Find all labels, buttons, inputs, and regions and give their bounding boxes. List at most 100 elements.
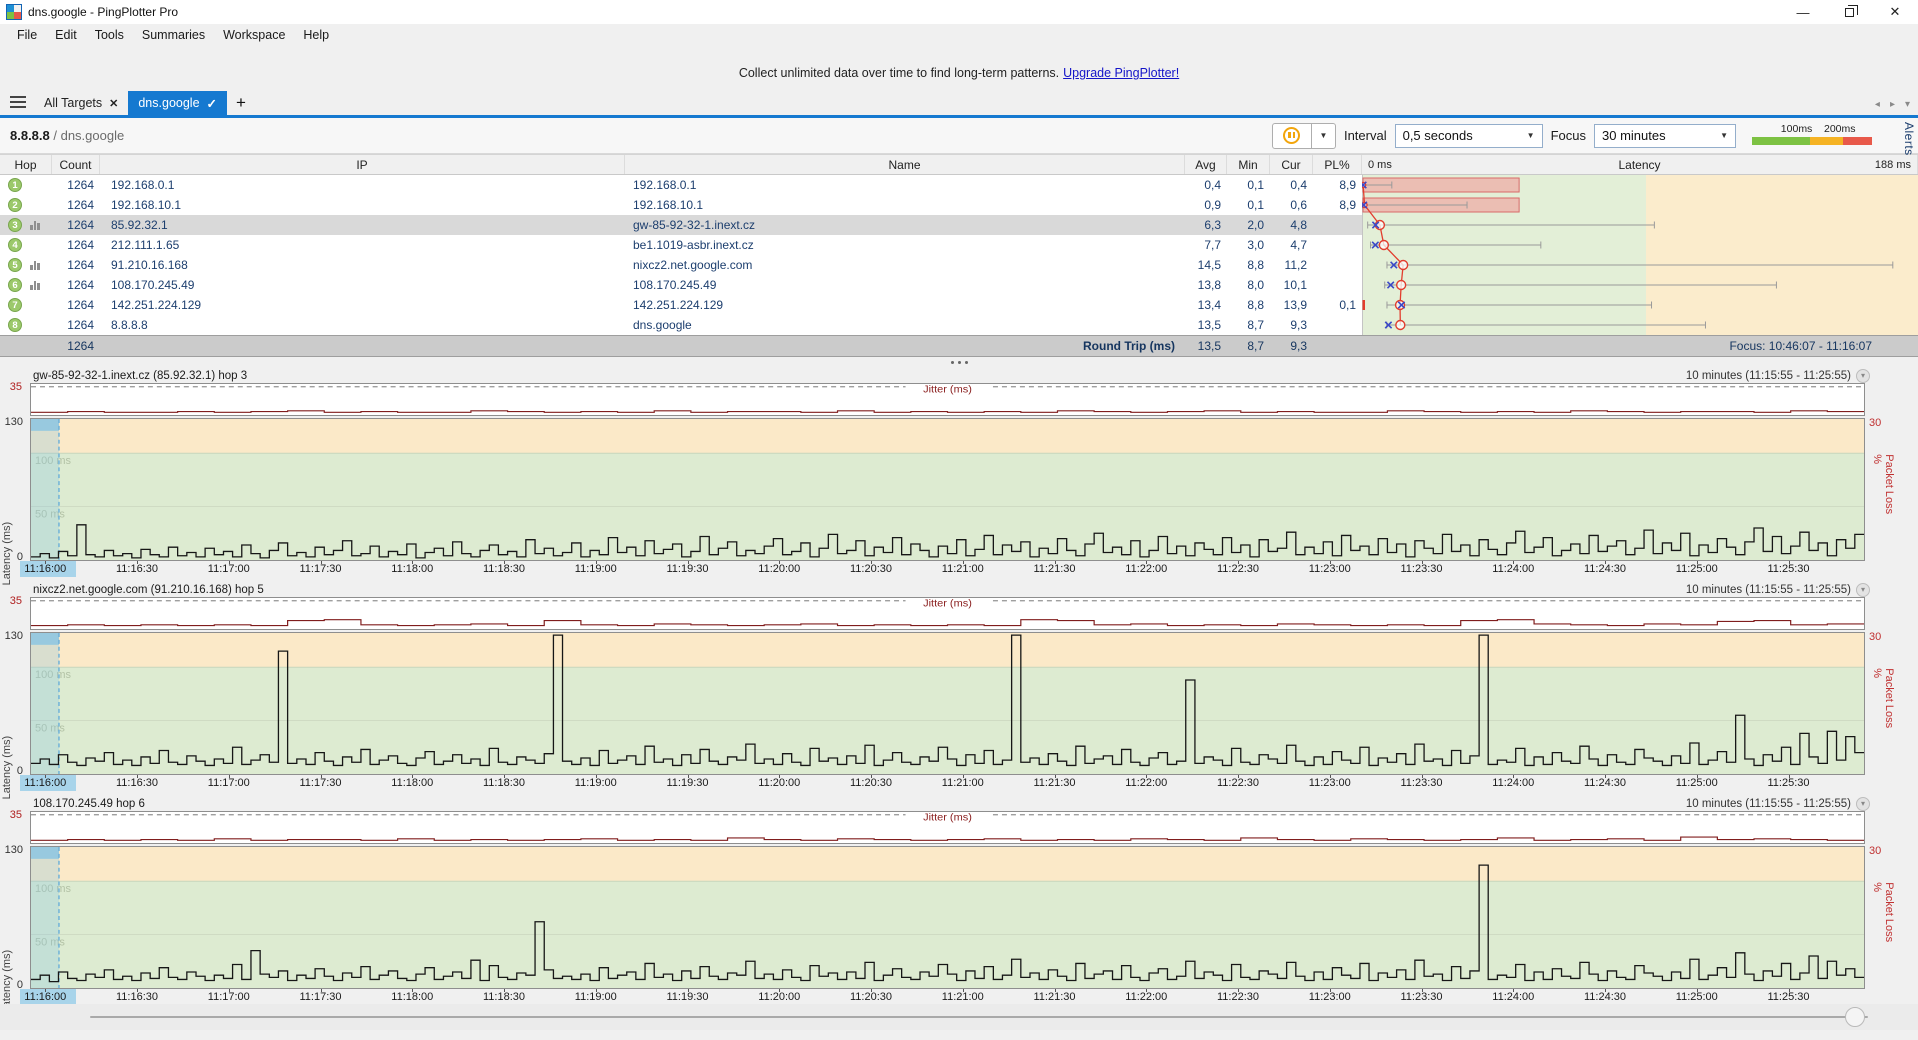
min-cell: 0,1: [1227, 195, 1270, 215]
hop-badge: 7: [8, 298, 22, 312]
interval-label: Interval: [1344, 128, 1387, 143]
jitter-max-label: 35: [10, 809, 22, 821]
tab-list-icon[interactable]: ▾: [1905, 99, 1910, 110]
hamburger-icon[interactable]: [10, 96, 26, 108]
timeline-range[interactable]: 10 minutes (11:15:55 - 11:25:55) ▾: [1686, 369, 1870, 383]
col-header-cur[interactable]: Cur: [1270, 155, 1313, 174]
timeline-range[interactable]: 10 minutes (11:15:55 - 11:25:55) ▾: [1686, 583, 1870, 597]
time-tick-label: 11:22:30: [1217, 563, 1259, 575]
packet-loss-max-label: 30: [1869, 845, 1881, 857]
window-bottom-edge: [0, 1030, 1918, 1040]
jitter-max-label: 35: [10, 595, 22, 607]
new-tab-button[interactable]: +: [227, 93, 255, 115]
col-header-pl[interactable]: PL%: [1313, 155, 1362, 174]
time-tick-label: 11:22:00: [1125, 563, 1167, 575]
app-icon: [6, 4, 22, 20]
scrollbar-track[interactable]: [90, 1016, 1868, 1018]
menu-item-help[interactable]: Help: [294, 28, 338, 42]
time-tick-label: 11:24:00: [1492, 777, 1534, 789]
restore-button[interactable]: [1826, 0, 1872, 24]
count-cell: 1264: [52, 215, 100, 235]
ip-cell: 91.210.16.168: [100, 255, 625, 275]
menu-bar: FileEditToolsSummariesWorkspaceHelp: [0, 24, 1918, 46]
menu-item-file[interactable]: File: [8, 28, 46, 42]
scale-200ms-label: 200ms: [1824, 123, 1856, 135]
latency-chart[interactable]: 100 ms50 ms: [30, 632, 1865, 775]
col-header-ip[interactable]: IP: [100, 155, 625, 174]
time-tick-label: 11:17:30: [299, 777, 341, 789]
tab-close-icon[interactable]: ✕: [109, 97, 118, 110]
focus-select[interactable]: 30 minutes ▼: [1594, 124, 1736, 148]
y-axis-max-label: 130: [5, 630, 23, 642]
timeline-range[interactable]: 10 minutes (11:15:55 - 11:25:55) ▾: [1686, 797, 1870, 811]
upgrade-link[interactable]: Upgrade PingPlotter!: [1063, 66, 1179, 80]
menu-item-workspace[interactable]: Workspace: [214, 28, 294, 42]
col-header-name[interactable]: Name: [625, 155, 1185, 174]
col-header-count[interactable]: Count: [52, 155, 100, 174]
y-axis-max-label: 130: [5, 844, 23, 856]
scrollbar-handle[interactable]: [1845, 1007, 1865, 1027]
latency-color-scale: 100ms 200ms: [1752, 123, 1872, 149]
col-header-hop[interactable]: Hop: [0, 155, 52, 174]
time-tick-label: 11:20:30: [850, 777, 892, 789]
focus-label: Focus: [1551, 128, 1586, 143]
time-tick-label: 11:21:30: [1033, 991, 1075, 1003]
latency-chart[interactable]: 100 ms50 ms: [30, 846, 1865, 989]
tab-scroll-right-icon[interactable]: ▸: [1890, 99, 1895, 110]
menu-item-tools[interactable]: Tools: [86, 28, 133, 42]
chevron-down-icon[interactable]: ▾: [1856, 797, 1870, 811]
min-cell: 0,1: [1227, 175, 1270, 195]
time-tick-label: 11:25:30: [1767, 777, 1809, 789]
latency-min-label: 0 ms: [1368, 159, 1392, 171]
cur-cell: 4,8: [1270, 215, 1313, 235]
time-tick-label: 11:16:30: [116, 991, 158, 1003]
chevron-down-icon[interactable]: ▾: [1856, 369, 1870, 383]
jitter-max-label: 35: [10, 381, 22, 393]
menu-item-summaries[interactable]: Summaries: [133, 28, 214, 42]
hop-number: 1: [0, 175, 30, 195]
cur-cell: 9,3: [1270, 315, 1313, 335]
min-cell: 3,0: [1227, 235, 1270, 255]
close-button[interactable]: ✕: [1872, 0, 1918, 24]
avg-cell: 14,5: [1185, 255, 1227, 275]
time-tick-label: 11:18:00: [391, 563, 433, 575]
alerts-side-tab[interactable]: Alerts: [1902, 122, 1916, 156]
col-header-latency[interactable]: 0 ms Latency 188 ms: [1362, 155, 1918, 174]
ip-cell: 212.111.1.65: [100, 235, 625, 255]
ip-cell: 8.8.8.8: [100, 315, 625, 335]
graphed-indicator: [30, 275, 52, 295]
time-tick-label: 11:17:00: [208, 563, 250, 575]
name-cell: be1.1019-asbr.inext.cz: [625, 235, 1185, 255]
pl-cell: 8,9: [1313, 175, 1362, 195]
pause-dropdown-button[interactable]: ▼: [1312, 123, 1336, 149]
timeline-panel-hop-5: nixcz2.net.google.com (91.210.16.168) ho…: [0, 582, 1918, 790]
pingplotter-window: dns.google - PingPlotter Pro — ✕ FileEdi…: [0, 0, 1918, 1040]
count-cell: 1264: [52, 295, 100, 315]
round-trip-avg: 13,5: [1185, 336, 1227, 356]
pause-button[interactable]: [1272, 123, 1312, 149]
hop-badge: 2: [8, 198, 22, 212]
chevron-down-icon[interactable]: ▾: [1856, 583, 1870, 597]
tab-scroll-left-icon[interactable]: ◂: [1875, 99, 1880, 110]
latency-plot-strip: 130 Latency (ms) 0 100 ms50 ms 30 Packet…: [0, 418, 1918, 561]
graphed-indicator: [30, 255, 52, 275]
ip-cell: 85.92.32.1: [100, 215, 625, 235]
pane-splitter[interactable]: [0, 357, 1918, 368]
timeline-scrollbar[interactable]: [0, 1004, 1918, 1030]
cur-cell: 11,2: [1270, 255, 1313, 275]
col-header-avg[interactable]: Avg: [1185, 155, 1227, 174]
time-axis: 11:16:0011:16:3011:17:0011:17:3011:18:00…: [0, 561, 1918, 578]
graphed-indicator: [30, 215, 52, 235]
menu-item-edit[interactable]: Edit: [46, 28, 86, 42]
minimize-button[interactable]: —: [1780, 0, 1826, 24]
time-tick-label: 11:24:00: [1492, 563, 1534, 575]
tab-all-targets[interactable]: All Targets ✕: [34, 91, 128, 115]
target-toolbar: 8.8.8.8 / dns.google ▼ Interval 0,5 seco…: [0, 118, 1918, 154]
col-header-min[interactable]: Min: [1227, 155, 1270, 174]
interval-select[interactable]: 0,5 seconds ▼: [1395, 124, 1543, 148]
latency-chart[interactable]: 100 ms50 ms: [30, 418, 1865, 561]
tab-dns-google[interactable]: dns.google ✓: [128, 91, 227, 115]
graph-shown-icon: [30, 260, 40, 270]
trace-table-body: 11264192.168.0.1192.168.0.10,40,10,48,92…: [0, 175, 1918, 335]
time-tick-label: 11:16:00: [24, 777, 66, 789]
